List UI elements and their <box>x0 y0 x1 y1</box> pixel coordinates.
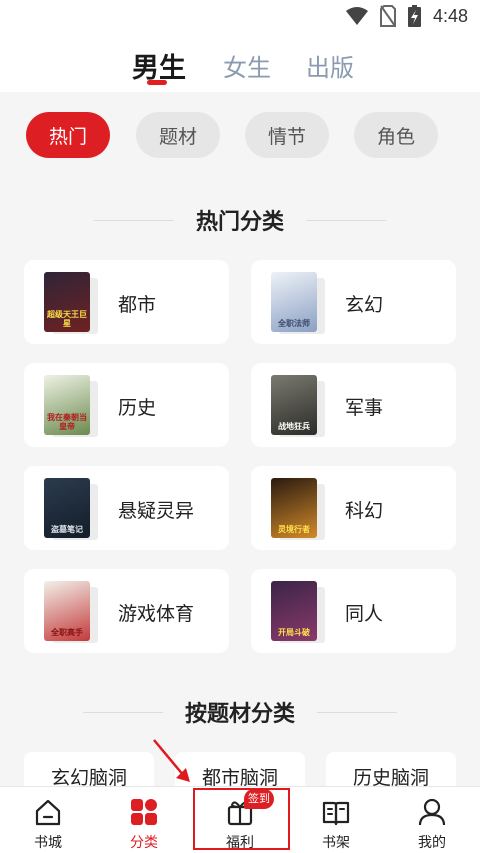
section-title: 按题材分类 <box>184 701 295 726</box>
profile-icon <box>418 798 446 826</box>
battery-charging-icon <box>407 5 421 27</box>
category-label: 同人 <box>345 604 384 625</box>
book-cover-image: 战地狂兵 <box>271 375 317 435</box>
home-icon <box>35 799 61 826</box>
book-cover-image: 盗墓笔记 <box>44 478 90 538</box>
annotation-highlight-box <box>193 788 290 850</box>
top-tab-bar: 男生 女生 出版 <box>0 34 480 92</box>
status-time: 4:48 <box>432 5 468 26</box>
category-label: 玄幻 <box>345 295 384 316</box>
topic-card-fantasy-brainstorm[interactable]: 玄幻脑洞 <box>24 752 154 786</box>
annotation-arrow-icon <box>153 739 190 782</box>
category-label: 都市 <box>118 295 157 316</box>
topic-card-history-brainstorm[interactable]: 历史脑洞 <box>326 752 456 786</box>
nav-label: 书架 <box>322 834 350 850</box>
category-card-urban[interactable]: 超级天王巨星 都市 <box>24 260 229 344</box>
category-content[interactable]: 热门 题材 情节 角色 热门分类 超级天王巨星 都市 全职法师 玄幻 我在秦朝当… <box>0 92 480 786</box>
chip-role[interactable]: 角色 <box>354 112 438 158</box>
category-card-suspense[interactable]: 盗墓笔记 悬疑灵异 <box>24 466 229 550</box>
book-cover-image: 我在秦朝当皇帝 <box>44 375 90 435</box>
nav-bookstore[interactable]: 书城 <box>0 787 96 853</box>
category-card-fanfic[interactable]: 开局斗破 同人 <box>251 569 456 653</box>
category-label: 游戏体育 <box>118 604 195 625</box>
wifi-icon <box>345 7 368 25</box>
category-card-scifi[interactable]: 灵境行者 科幻 <box>251 466 456 550</box>
chip-hot[interactable]: 热门 <box>26 112 110 158</box>
nav-profile[interactable]: 我的 <box>384 787 480 853</box>
book-cover-image: 开局斗破 <box>271 581 317 641</box>
nav-label: 书城 <box>34 834 62 850</box>
category-card-military[interactable]: 战地狂兵 军事 <box>251 363 456 447</box>
chip-topic[interactable]: 题材 <box>136 112 220 158</box>
nav-label: 我的 <box>418 834 446 850</box>
topic-card-urban-brainstorm[interactable]: 都市脑洞 <box>175 752 305 786</box>
book-cover-image: 超级天王巨星 <box>44 272 90 332</box>
divider <box>317 711 397 713</box>
no-sim-icon <box>379 5 396 27</box>
category-card-game-sports[interactable]: 全职高手 游戏体育 <box>24 569 229 653</box>
active-tab-indicator <box>147 80 167 85</box>
category-card-fantasy[interactable]: 全职法师 玄幻 <box>251 260 456 344</box>
nav-bookshelf[interactable]: 书架 <box>288 787 384 853</box>
section-hot-categories: 热门分类 <box>0 204 480 236</box>
category-label: 军事 <box>345 398 384 419</box>
section-title: 热门分类 <box>195 209 284 234</box>
status-bar: 4:48 <box>0 0 480 34</box>
category-label: 历史 <box>118 398 157 419</box>
tab-female[interactable]: 女生 <box>223 48 271 83</box>
book-cover-image: 灵境行者 <box>271 478 317 538</box>
book-cover-image: 全职高手 <box>44 581 90 641</box>
category-card-history[interactable]: 我在秦朝当皇帝 历史 <box>24 363 229 447</box>
divider <box>306 219 386 221</box>
tab-publishing[interactable]: 出版 <box>306 48 354 83</box>
category-label: 科幻 <box>345 501 384 522</box>
nav-category[interactable]: 分类 <box>96 787 192 853</box>
divider <box>82 711 163 713</box>
book-cover-image: 全职法师 <box>271 272 317 332</box>
bookshelf-icon <box>322 801 350 826</box>
nav-label: 分类 <box>130 834 158 850</box>
section-topic-categories: 按题材分类 <box>0 696 480 728</box>
category-grid-icon <box>131 799 157 825</box>
category-label: 悬疑灵异 <box>118 501 195 522</box>
divider <box>93 219 174 221</box>
chip-plot[interactable]: 情节 <box>245 112 329 158</box>
